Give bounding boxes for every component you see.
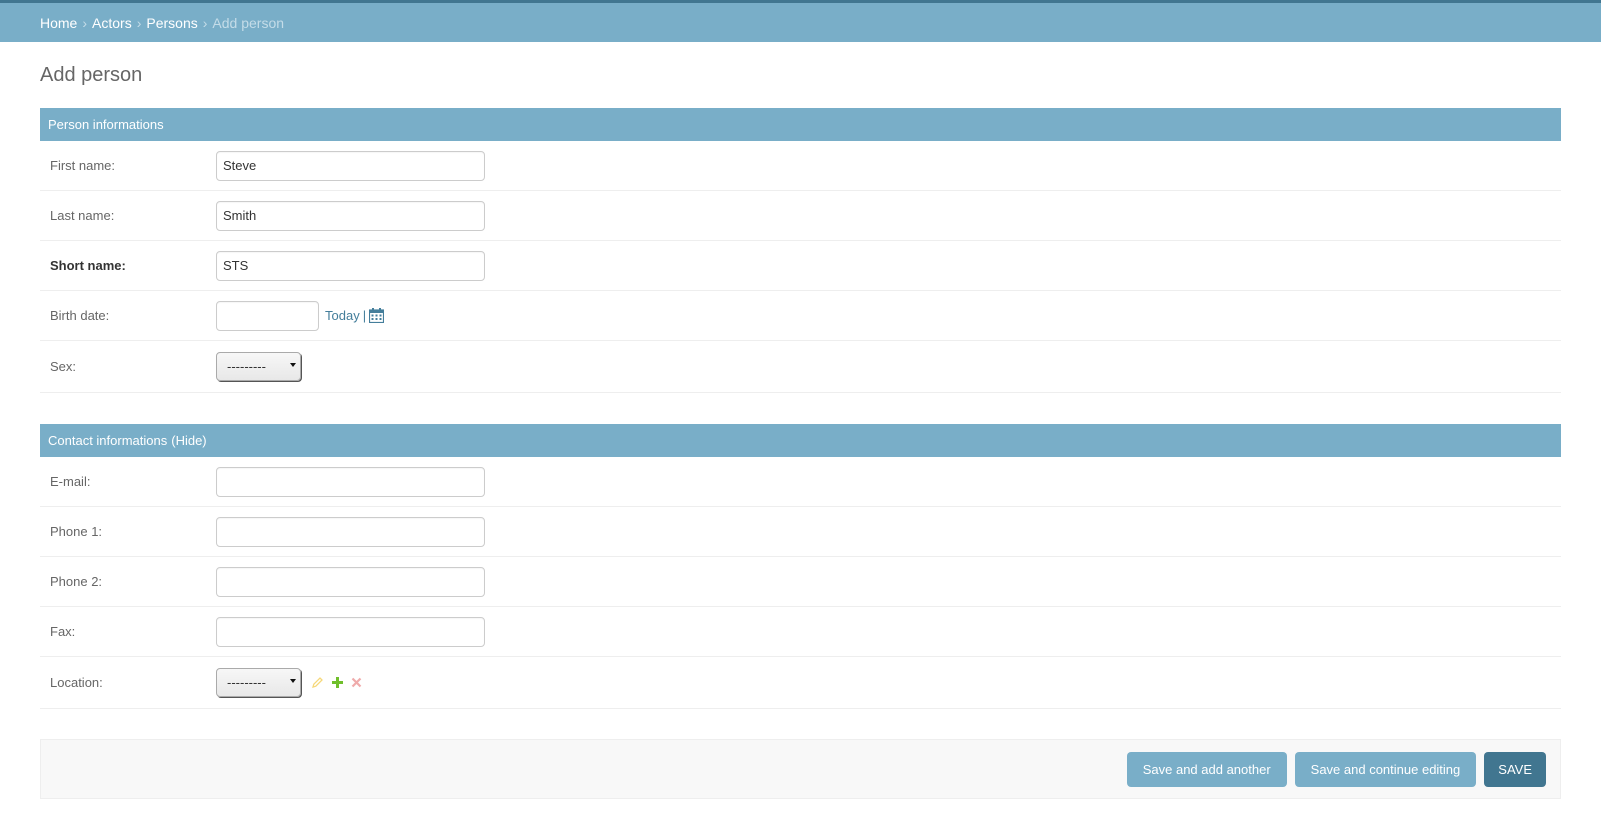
form-row-fax: Fax: — [40, 607, 1561, 657]
related-widget-icons — [311, 676, 370, 689]
form-row-email: E-mail: — [40, 457, 1561, 507]
location-select[interactable]: --------- — [216, 668, 301, 697]
today-link[interactable]: Today — [325, 308, 360, 323]
section-title: Person informations — [48, 117, 164, 132]
delete-x-icon[interactable] — [351, 677, 362, 688]
section-title: Contact informations — [48, 433, 168, 448]
form-row-last-name: Last name: — [40, 191, 1561, 241]
fax-label: Fax: — [50, 624, 76, 639]
pipe-separator: | — [362, 308, 367, 323]
last-name-input[interactable] — [216, 200, 485, 231]
form-row-short-name: Short name: — [40, 241, 1561, 291]
last-name-label: Last name: — [50, 208, 115, 223]
breadcrumb-current: Add person — [212, 14, 285, 31]
section-header-person: Person informations — [40, 108, 1561, 141]
form-row-sex: Sex: --------- — [40, 341, 1561, 393]
short-name-label: Short name: — [50, 258, 126, 273]
location-label: Location: — [50, 675, 103, 690]
main-content: Add person Person informations First nam… — [0, 42, 1601, 799]
first-name-label: First name: — [50, 158, 116, 173]
breadcrumb-separator: › — [82, 14, 88, 31]
short-name-input[interactable] — [216, 250, 485, 281]
phone2-label: Phone 2: — [50, 574, 103, 589]
location-selected-value: --------- — [227, 675, 266, 690]
first-name-input[interactable] — [216, 150, 485, 181]
form-row-birth-date: Birth date: Today | — [40, 291, 1561, 341]
breadcrumb: Home › Actors › Persons › Add person — [0, 3, 1601, 42]
add-plus-icon[interactable] — [332, 677, 343, 688]
collapse-toggle-link[interactable]: (Hide) — [171, 433, 206, 448]
form-row-phone1: Phone 1: — [40, 507, 1561, 557]
breadcrumb-persons[interactable]: Persons — [146, 15, 197, 31]
save-and-continue-editing-button[interactable]: Save and continue editing — [1294, 751, 1477, 787]
edit-pencil-icon[interactable] — [311, 676, 324, 689]
submit-row: Save and add another Save and continue e… — [40, 739, 1561, 799]
form-row-location: Location: --------- — [40, 657, 1561, 709]
breadcrumb-separator: › — [202, 14, 208, 31]
person-informations-fieldset: Person informations First name: Last nam… — [40, 108, 1561, 393]
sex-selected-value: --------- — [227, 359, 266, 374]
sex-label: Sex: — [50, 359, 77, 374]
section-header-contact: Contact informations (Hide) — [40, 424, 1561, 457]
phone1-input[interactable] — [216, 516, 485, 547]
phone1-label: Phone 1: — [50, 524, 103, 539]
page-title: Add person — [40, 64, 143, 86]
chevron-down-icon — [290, 678, 296, 683]
birth-date-input[interactable] — [216, 300, 319, 331]
email-label: E-mail: — [50, 474, 91, 489]
sex-select[interactable]: --------- — [216, 352, 301, 381]
save-and-add-another-button[interactable]: Save and add another — [1126, 751, 1287, 787]
birth-date-label: Birth date: — [50, 308, 110, 323]
calendar-icon[interactable] — [369, 308, 385, 323]
breadcrumb-home[interactable]: Home — [40, 15, 77, 31]
contact-informations-fieldset: Contact informations (Hide) E-mail: Phon… — [40, 424, 1561, 709]
form-row-phone2: Phone 2: — [40, 557, 1561, 607]
phone2-input[interactable] — [216, 566, 485, 597]
breadcrumb-actors[interactable]: Actors — [92, 15, 132, 31]
chevron-down-icon — [290, 362, 296, 367]
email-input[interactable] — [216, 466, 485, 497]
form-row-first-name: First name: — [40, 141, 1561, 191]
breadcrumb-separator: › — [136, 14, 142, 31]
fax-input[interactable] — [216, 616, 485, 647]
save-button[interactable]: SAVE — [1484, 751, 1546, 787]
